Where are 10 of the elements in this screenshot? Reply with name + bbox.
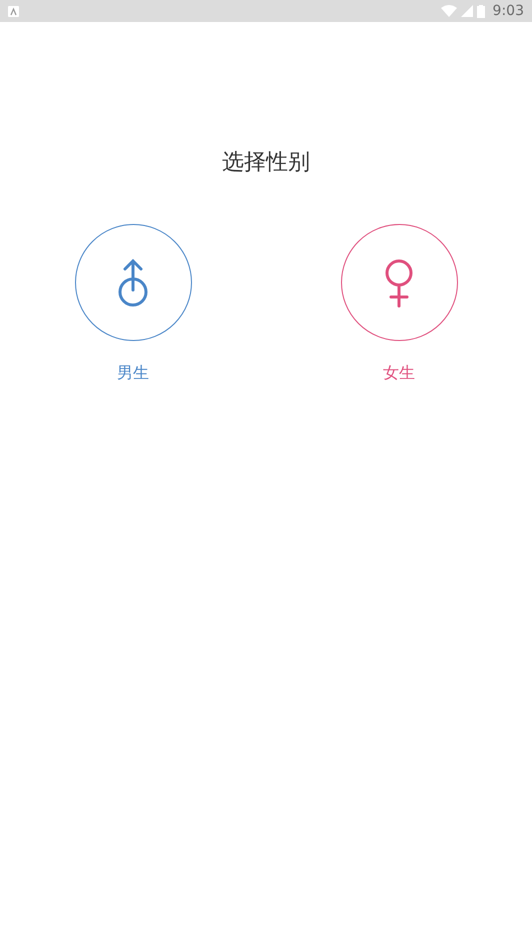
clock: 9:03 xyxy=(492,2,524,20)
page-title: 选择性别 xyxy=(221,149,311,177)
wifi-icon xyxy=(440,5,457,17)
female-symbol-icon xyxy=(383,258,415,308)
battery-icon xyxy=(476,4,485,18)
option-label: 女生 xyxy=(383,362,415,384)
option-label: 男生 xyxy=(117,362,149,384)
signal-icon xyxy=(460,5,473,17)
notification-icon xyxy=(8,6,19,16)
male-symbol-icon xyxy=(117,258,149,308)
